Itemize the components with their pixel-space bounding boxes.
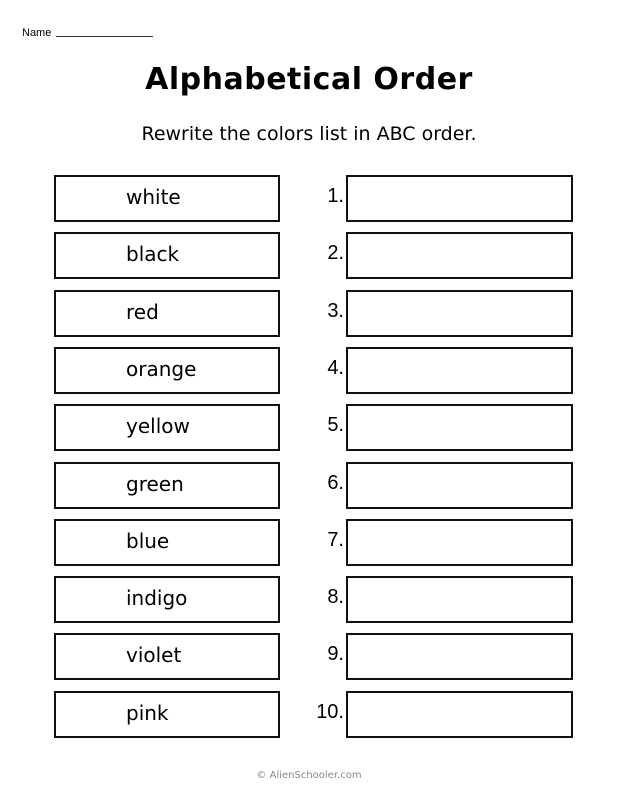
answer-box[interactable]: [346, 690, 573, 738]
word-row: indigo 8.: [0, 576, 618, 624]
word-row: black 2.: [0, 232, 618, 280]
answer-box[interactable]: [346, 175, 573, 222]
answer-number: 3.: [327, 299, 344, 322]
answer-box[interactable]: [346, 576, 573, 624]
word-row: pink 10.: [0, 690, 618, 738]
word-box: pink: [54, 690, 280, 738]
answer-number: 9.: [327, 643, 344, 666]
word-row: green 6.: [0, 461, 618, 509]
name-field[interactable]: Name: [22, 27, 154, 39]
color-word: black: [126, 242, 180, 267]
answer-box[interactable]: [346, 633, 573, 681]
instructions: Rewrite the colors list in ABC order.: [141, 123, 477, 145]
word-box: orange: [54, 346, 280, 394]
word-row: orange 4.: [0, 346, 618, 394]
word-row: yellow 5.: [0, 404, 618, 452]
answer-number: 10.: [316, 700, 344, 723]
answer-box[interactable]: [346, 346, 573, 394]
answer-box[interactable]: [346, 289, 573, 337]
color-word: orange: [126, 356, 197, 381]
page-title: Alphabetical Order: [145, 62, 473, 97]
answer-box[interactable]: [346, 461, 573, 509]
answer-number: 7.: [327, 528, 344, 551]
answer-number: 8.: [327, 586, 344, 609]
color-word: yellow: [126, 414, 190, 439]
answer-number: 6.: [327, 471, 344, 494]
word-box: yellow: [54, 404, 280, 452]
word-box: red: [54, 289, 280, 337]
word-box: violet: [54, 633, 280, 681]
answer-number: 1.: [327, 185, 344, 207]
name-blank-line[interactable]: [56, 36, 154, 37]
color-word: pink: [126, 700, 169, 725]
color-word: blue: [126, 528, 170, 553]
answer-box[interactable]: [346, 404, 573, 452]
word-row: violet 9.: [0, 633, 618, 681]
color-word: green: [126, 471, 184, 496]
answer-number: 5.: [327, 414, 344, 437]
word-box: blue: [54, 518, 280, 566]
word-box: white: [54, 175, 280, 222]
word-box: green: [54, 461, 280, 509]
color-word: violet: [126, 643, 182, 668]
color-word: indigo: [126, 586, 188, 611]
name-label: Name: [22, 27, 52, 39]
word-box: indigo: [54, 576, 280, 624]
word-row: blue 7.: [0, 518, 618, 566]
color-word: white: [126, 185, 181, 209]
answer-number: 4.: [327, 356, 344, 379]
copyright-footer: © AlienSchooler.com: [256, 770, 362, 781]
word-box: black: [54, 232, 280, 280]
color-word: red: [126, 299, 159, 324]
answer-box[interactable]: [346, 232, 573, 280]
word-row: red 3.: [0, 289, 618, 337]
answer-number: 2.: [327, 242, 344, 265]
answer-box[interactable]: [346, 518, 573, 566]
word-row: white 1.: [0, 175, 618, 222]
